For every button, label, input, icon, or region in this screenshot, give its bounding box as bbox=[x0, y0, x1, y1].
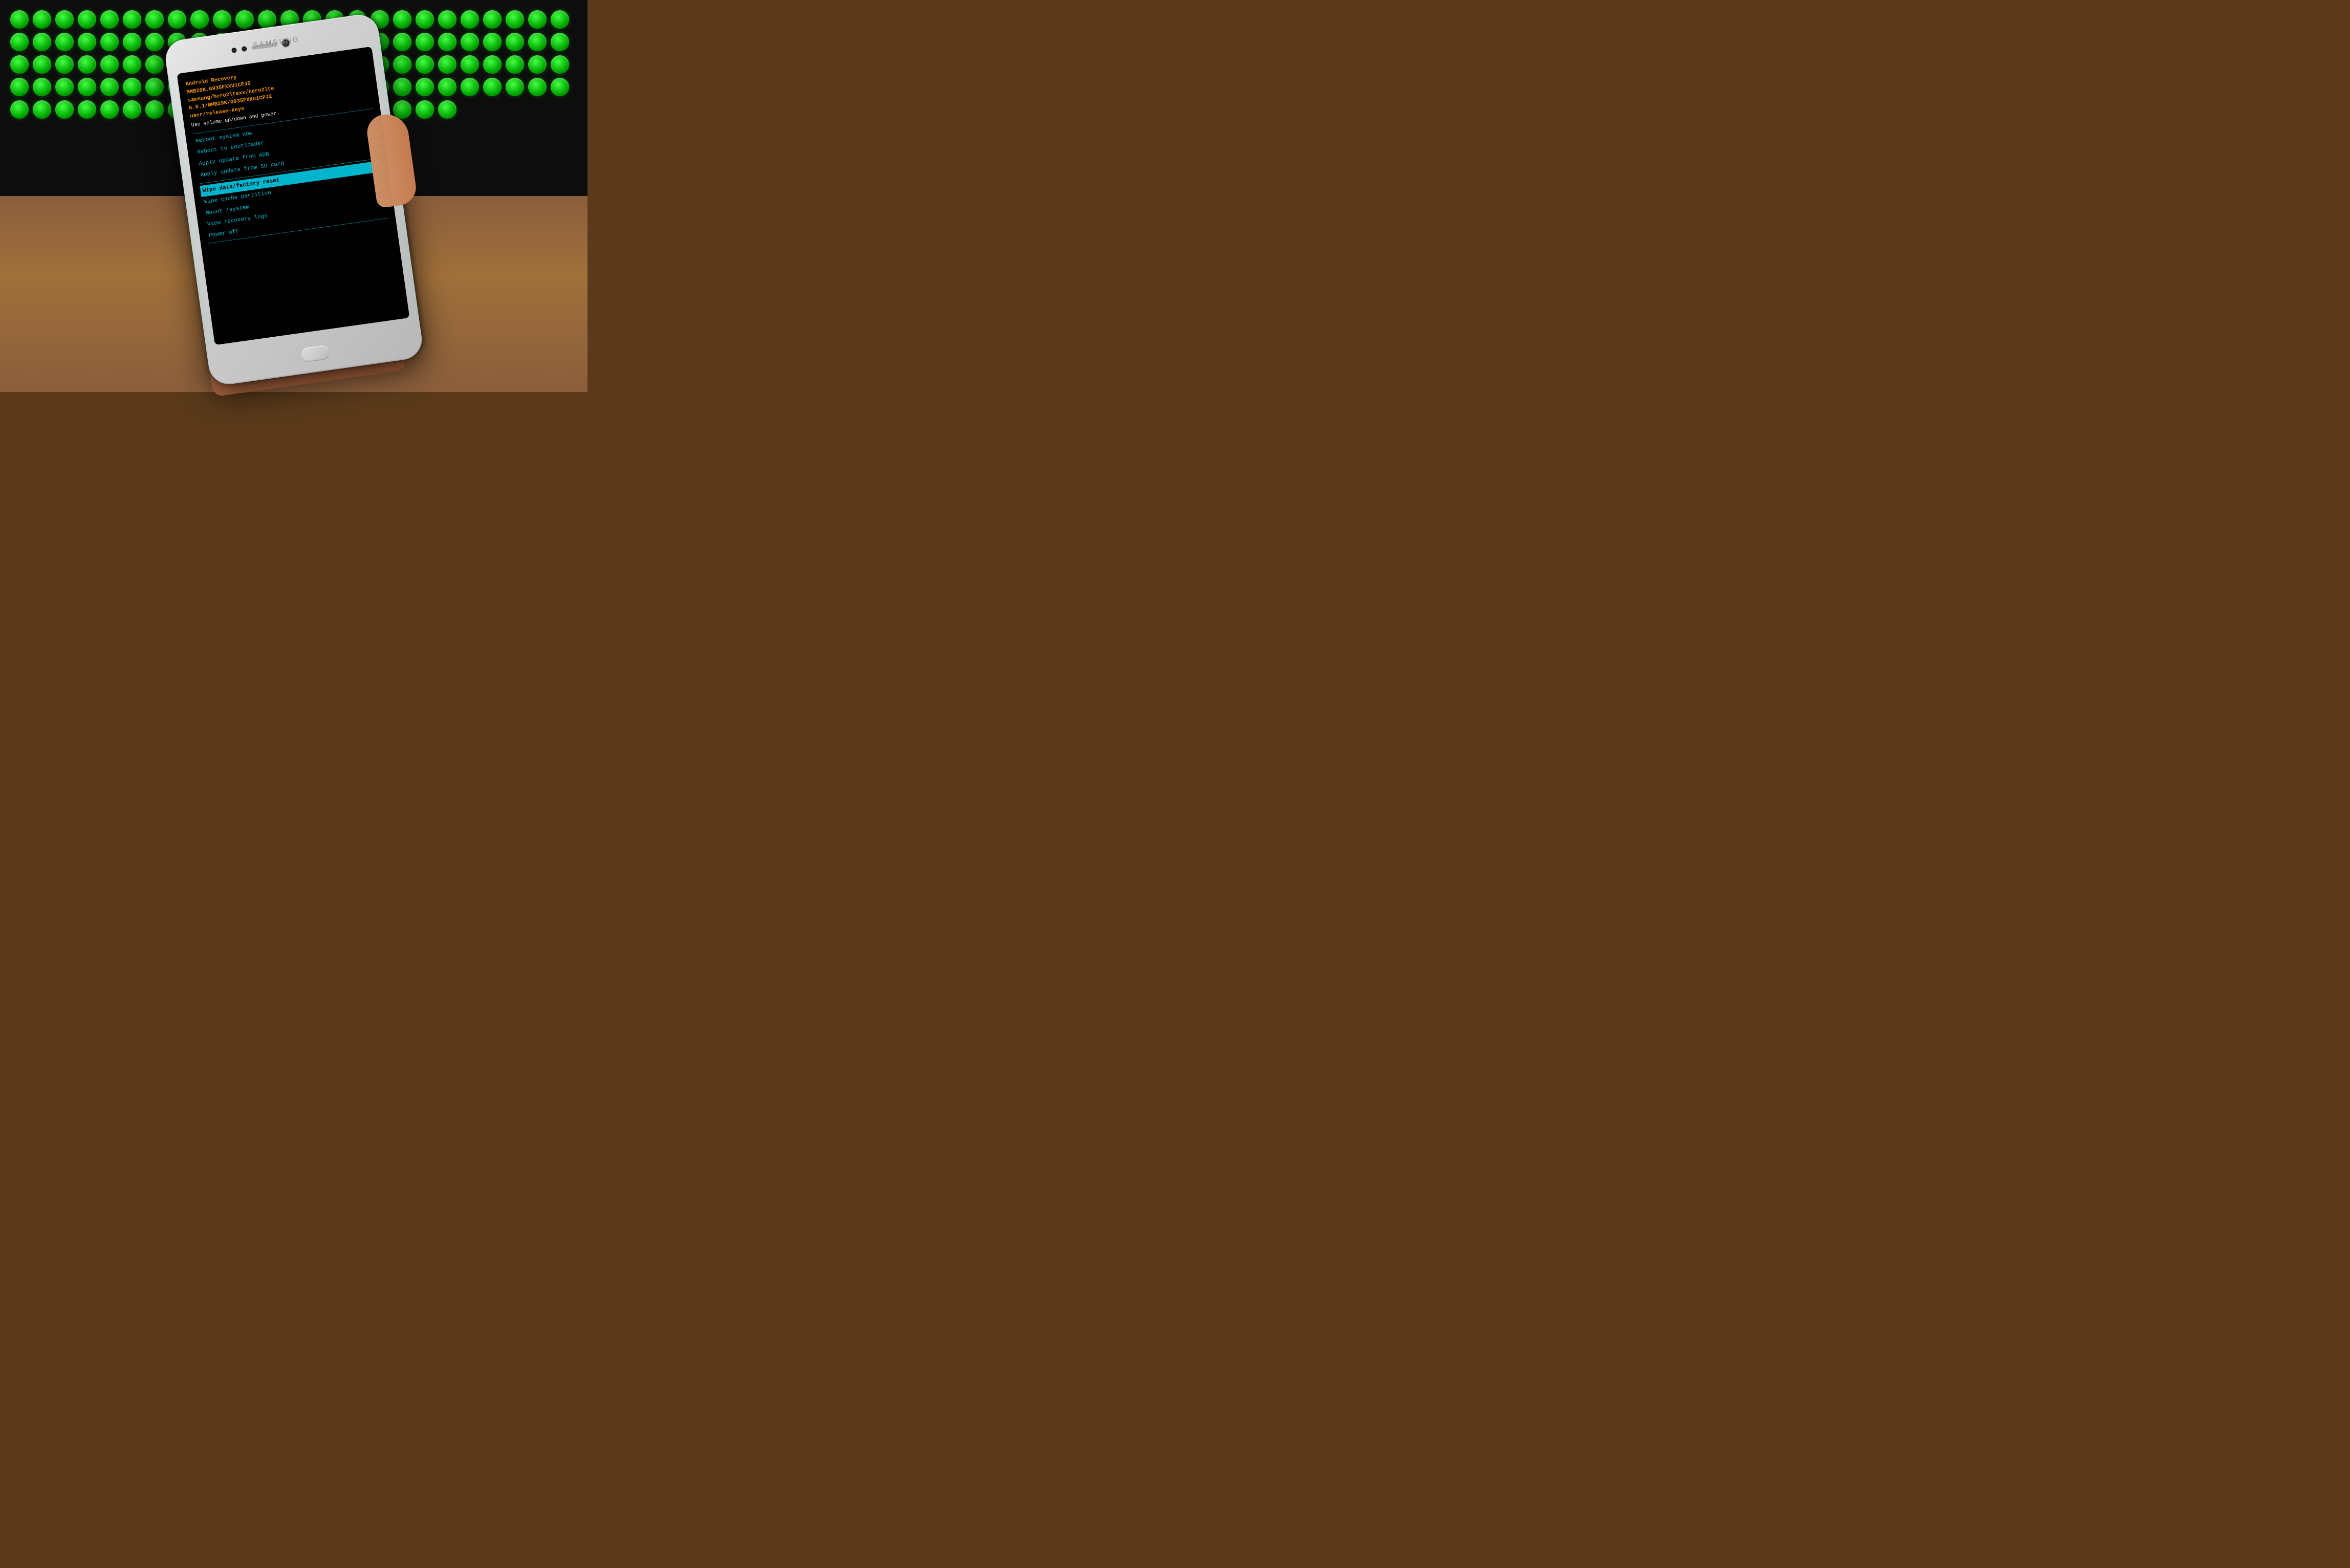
home-button[interactable] bbox=[300, 344, 330, 362]
key-dot bbox=[551, 78, 569, 96]
sensor-dot-2 bbox=[242, 46, 247, 52]
key-dot bbox=[55, 33, 74, 51]
key-dot bbox=[33, 100, 51, 119]
key-dot bbox=[438, 10, 456, 29]
key-dot bbox=[506, 33, 524, 51]
key-dot bbox=[483, 78, 502, 96]
key-dot bbox=[506, 55, 524, 74]
key-dot bbox=[10, 78, 29, 96]
key-dot bbox=[78, 10, 96, 29]
key-dot bbox=[145, 100, 164, 119]
key-dot bbox=[33, 78, 51, 96]
key-dot bbox=[416, 10, 434, 29]
key-dot bbox=[551, 10, 569, 29]
key-dot bbox=[393, 100, 411, 119]
key-dot bbox=[168, 10, 186, 29]
key-dot bbox=[55, 55, 74, 74]
key-dot bbox=[506, 78, 524, 96]
key-dot bbox=[551, 33, 569, 51]
key-dot bbox=[461, 78, 479, 96]
key-dot bbox=[78, 100, 96, 119]
key-dot bbox=[78, 55, 96, 74]
key-dot bbox=[100, 78, 119, 96]
key-dot bbox=[100, 55, 119, 74]
key-dot bbox=[528, 55, 547, 74]
key-dot bbox=[393, 78, 411, 96]
key-dot bbox=[551, 55, 569, 74]
key-dot bbox=[393, 33, 411, 51]
key-dot bbox=[145, 55, 164, 74]
key-dot bbox=[10, 33, 29, 51]
key-dot bbox=[145, 10, 164, 29]
key-dot bbox=[235, 10, 254, 29]
key-dot bbox=[55, 100, 74, 119]
key-dot bbox=[10, 100, 29, 119]
key-dot bbox=[393, 55, 411, 74]
key-dot bbox=[123, 33, 141, 51]
key-dot bbox=[461, 10, 479, 29]
key-dot bbox=[10, 55, 29, 74]
key-dot bbox=[123, 78, 141, 96]
key-dot bbox=[100, 10, 119, 29]
key-dot bbox=[258, 10, 276, 29]
key-dot bbox=[438, 33, 456, 51]
key-dot bbox=[483, 10, 502, 29]
phone-screen: Android Recovery MMB29K.G935FXXU1CPJ2 sa… bbox=[177, 47, 410, 345]
key-dot bbox=[123, 55, 141, 74]
key-dot bbox=[123, 100, 141, 119]
key-dot bbox=[100, 100, 119, 119]
key-dot bbox=[33, 10, 51, 29]
key-dot bbox=[528, 33, 547, 51]
key-dot bbox=[123, 10, 141, 29]
key-dot bbox=[55, 78, 74, 96]
key-dot bbox=[438, 55, 456, 74]
key-dot bbox=[528, 10, 547, 29]
key-dot bbox=[416, 100, 434, 119]
proximity-sensor bbox=[231, 48, 237, 53]
recovery-menu: Reboot system nowReboot to bootloaderApp… bbox=[193, 111, 388, 242]
key-dot bbox=[78, 78, 96, 96]
key-dot bbox=[33, 55, 51, 74]
key-dot bbox=[100, 33, 119, 51]
key-dot bbox=[416, 78, 434, 96]
key-dot bbox=[438, 100, 456, 119]
key-dot bbox=[393, 10, 411, 29]
key-dot bbox=[55, 10, 74, 29]
key-dot bbox=[438, 78, 456, 96]
key-dot bbox=[10, 10, 29, 29]
key-dot bbox=[416, 33, 434, 51]
key-dot bbox=[190, 10, 209, 29]
key-dot bbox=[33, 33, 51, 51]
key-dot bbox=[145, 78, 164, 96]
key-dot bbox=[461, 55, 479, 74]
key-dot bbox=[483, 33, 502, 51]
recovery-screen: Android Recovery MMB29K.G935FXXU1CPJ2 sa… bbox=[177, 47, 410, 345]
key-dot bbox=[483, 55, 502, 74]
key-dot bbox=[213, 10, 231, 29]
key-dot bbox=[528, 78, 547, 96]
key-dot bbox=[78, 33, 96, 51]
key-dot bbox=[506, 10, 524, 29]
key-dot bbox=[145, 33, 164, 51]
key-dot bbox=[461, 33, 479, 51]
key-dot bbox=[416, 55, 434, 74]
